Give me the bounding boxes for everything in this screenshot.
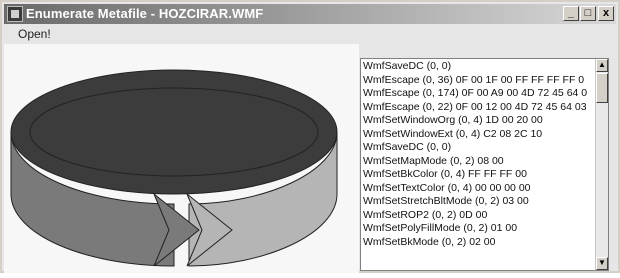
- list-item[interactable]: WmfSetWindowExt (0, 4) C2 08 2C 10: [363, 128, 596, 142]
- circular-arrow-graphic: [10, 69, 338, 267]
- scroll-thumb[interactable]: [596, 73, 608, 103]
- list-item[interactable]: WmfSetWindowOrg (0, 4) 1D 00 20 00: [363, 114, 596, 128]
- app-icon[interactable]: [7, 6, 23, 22]
- list-item[interactable]: WmfSetStretchBltMode (0, 2) 03 00: [363, 195, 596, 209]
- title-bar[interactable]: Enumerate Metafile - HOZCIRAR.WMF _ □ x: [4, 4, 616, 24]
- ring-interior-ellipse: [10, 69, 338, 195]
- list-item[interactable]: WmfSaveDC (0, 0): [363, 141, 596, 155]
- scroll-up-icon[interactable]: ▲: [596, 59, 608, 72]
- menu-open[interactable]: Open!: [18, 27, 51, 41]
- list-item[interactable]: WmfSetMapMode (0, 2) 08 00: [363, 155, 596, 169]
- list-item[interactable]: WmfSetBkColor (0, 4) FF FF FF 00: [363, 168, 596, 182]
- maximize-button[interactable]: □: [580, 6, 596, 21]
- list-item[interactable]: WmfSaveDC (0, 0): [363, 60, 596, 74]
- list-item[interactable]: WmfSetPolyFillMode (0, 2) 01 00: [363, 222, 596, 236]
- list-item[interactable]: WmfSetBkMode (0, 2) 02 00: [363, 236, 596, 250]
- scroll-down-icon[interactable]: ▼: [596, 257, 608, 270]
- list-item[interactable]: WmfEscape (0, 36) 0F 00 1F 00 FF FF FF F…: [363, 74, 596, 88]
- records-list: WmfSaveDC (0, 0) WmfEscape (0, 36) 0F 00 …: [363, 60, 596, 249]
- minimize-button[interactable]: _: [563, 6, 579, 21]
- list-item[interactable]: WmfSetROP2 (0, 2) 0D 00: [363, 209, 596, 223]
- window-title: Enumerate Metafile - HOZCIRAR.WMF: [26, 6, 264, 21]
- close-button[interactable]: x: [598, 6, 614, 21]
- list-item[interactable]: WmfEscape (0, 174) 0F 00 A9 00 4D 72 45 …: [363, 87, 596, 101]
- list-item[interactable]: WmfEscape (0, 22) 0F 00 12 00 4D 72 45 6…: [363, 101, 596, 115]
- menu-bar: Open!: [4, 25, 616, 43]
- list-item[interactable]: WmfSetTextColor (0, 4) 00 00 00 00: [363, 182, 596, 196]
- metafile-canvas: [4, 44, 359, 273]
- application-window: Enumerate Metafile - HOZCIRAR.WMF _ □ x …: [0, 0, 620, 273]
- vertical-scrollbar[interactable]: ▲ ▼: [595, 59, 608, 270]
- records-listbox[interactable]: WmfSaveDC (0, 0) WmfEscape (0, 36) 0F 00 …: [360, 58, 609, 271]
